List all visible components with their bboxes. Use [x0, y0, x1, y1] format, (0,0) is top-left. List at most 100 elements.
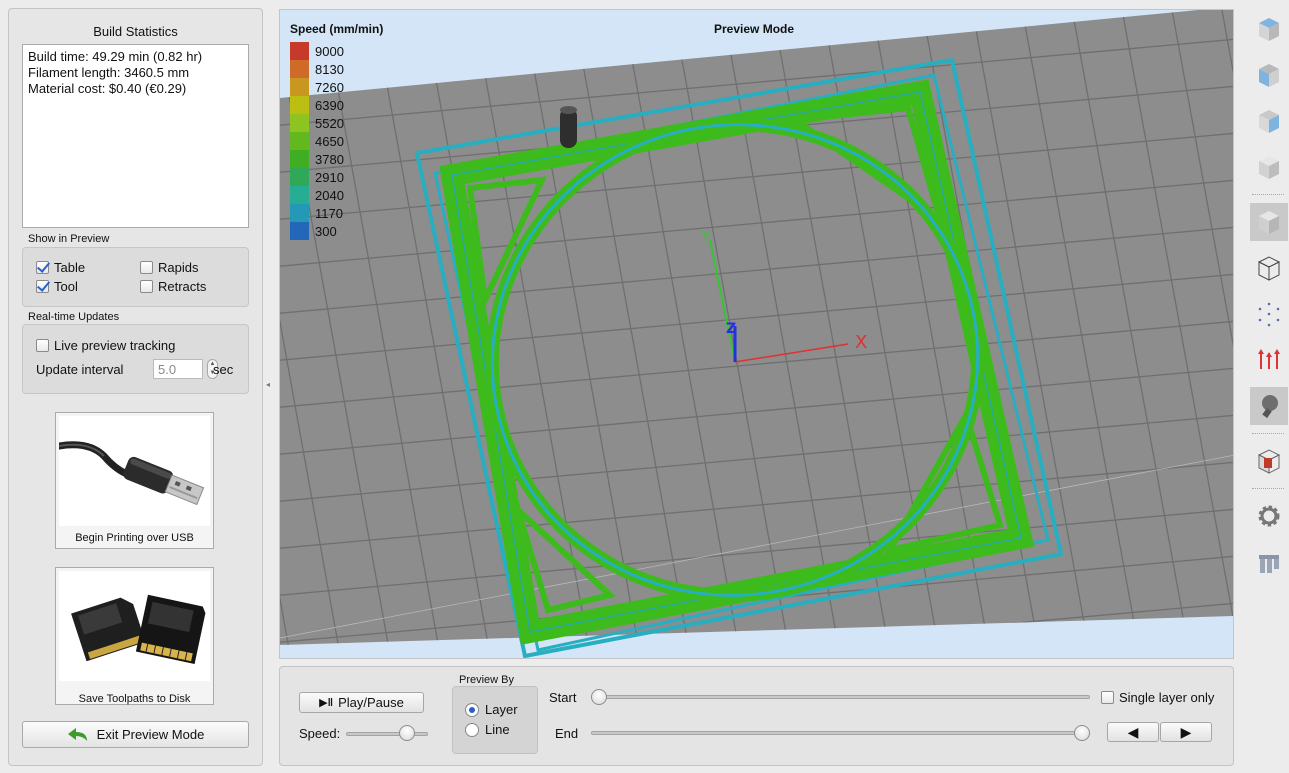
axes-button[interactable]	[1250, 341, 1288, 379]
play-pause-button[interactable]: ▶‖ Play/Pause	[299, 692, 424, 713]
end-slider-track[interactable]	[591, 731, 1090, 735]
solid-view-button[interactable]	[1250, 203, 1288, 241]
legend-swatch	[290, 114, 309, 132]
table-checkbox[interactable]: Table	[36, 260, 85, 275]
legend-swatch	[290, 132, 309, 150]
tool-checkbox[interactable]: Tool	[36, 279, 78, 294]
rapids-checkbox[interactable]: Rapids	[140, 260, 198, 275]
machine-button[interactable]	[1250, 543, 1288, 581]
show-in-preview-label: Show in Preview	[28, 233, 110, 245]
next-layer-button[interactable]: ▶	[1160, 722, 1212, 742]
view-side-button[interactable]	[1250, 102, 1288, 140]
table-checkbox-label: Table	[54, 260, 86, 275]
legend-entry: 5520	[290, 114, 344, 132]
previous-layer-button[interactable]: ◀	[1107, 722, 1159, 742]
end-slider-knob[interactable]	[1074, 725, 1090, 741]
previous-arrow-icon: ◀	[1127, 723, 1139, 740]
legend-entry: 8130	[290, 60, 344, 78]
single-layer-checkbox[interactable]: Single layer only	[1101, 690, 1214, 705]
begin-printing-usb-button[interactable]: Begin Printing over USB	[55, 412, 214, 549]
view-iso-button[interactable]	[1250, 10, 1288, 48]
preview-by-group: Layer Line	[452, 686, 538, 754]
view-top-icon	[1259, 156, 1279, 179]
view-top-button[interactable]	[1250, 148, 1288, 186]
legend-entry: 9000	[290, 42, 344, 60]
speed-legend-title: Speed (mm/min)	[290, 22, 384, 36]
line-radio-icon	[465, 722, 479, 737]
single-layer-label: Single layer only	[1119, 690, 1215, 705]
points-view-icon	[1258, 302, 1280, 327]
rapids-checkbox-label: Rapids	[158, 260, 199, 275]
legend-value: 300	[315, 223, 337, 239]
realtime-updates-group: Live preview tracking Update interval ▲▼…	[22, 324, 249, 394]
left-panel: Build Statistics Build time: 49.29 min (…	[8, 8, 263, 766]
live-preview-check-icon	[36, 339, 49, 352]
legend-swatch	[290, 204, 309, 222]
exit-preview-label: Exit Preview Mode	[96, 727, 205, 742]
material-cost-text: Material cost: $0.40 (€0.29)	[28, 81, 187, 96]
legend-entry: 4650	[290, 132, 344, 150]
update-interval-label: Update interval	[36, 362, 124, 377]
retracts-check-icon	[140, 280, 153, 293]
layer-radio[interactable]: Layer	[465, 702, 518, 717]
preview-by-label: Preview By	[459, 674, 515, 686]
usb-cable-image	[55, 416, 210, 526]
legend-swatch	[290, 186, 309, 204]
playback-controls: ▶‖ Play/Pause Speed: Preview By Layer Li…	[279, 666, 1234, 766]
tool-check-icon	[36, 280, 49, 293]
legend-value: 6390	[315, 97, 344, 113]
lighting-icon	[1262, 395, 1278, 418]
view-front-icon	[1259, 64, 1279, 87]
start-slider-knob[interactable]	[591, 689, 607, 705]
legend-value: 2910	[315, 169, 344, 185]
live-preview-checkbox[interactable]: Live preview tracking	[36, 338, 175, 353]
wireframe-view-icon	[1257, 256, 1281, 281]
legend-value: 9000	[315, 43, 344, 59]
settings-gear-icon	[1258, 505, 1280, 527]
save-toolpaths-button[interactable]: Save Toolpaths to Disk	[55, 567, 214, 705]
legend-value: 2040	[315, 187, 344, 203]
rapids-check-icon	[140, 261, 153, 274]
speed-slider-track[interactable]	[346, 732, 428, 736]
line-radio-label: Line	[485, 722, 510, 737]
legend-value: 5520	[315, 115, 344, 131]
legend-value: 4650	[315, 133, 344, 149]
build-statistics-box: Build time: 49.29 min (0.82 hr) Filament…	[22, 44, 249, 228]
sd-card-image	[59, 571, 210, 681]
settings-button[interactable]	[1250, 497, 1288, 535]
legend-swatch	[290, 78, 309, 96]
save-toolpaths-label: Save Toolpaths to Disk	[78, 693, 191, 705]
x-axis-label: X	[855, 332, 867, 353]
lighting-button[interactable]	[1250, 387, 1288, 425]
solid-view-icon	[1259, 211, 1279, 234]
legend-entry: 3780	[290, 150, 344, 168]
legend-swatch	[290, 168, 309, 186]
legend-value: 1170	[315, 205, 343, 221]
wireframe-view-button[interactable]	[1250, 249, 1288, 287]
retracts-checkbox-label: Retracts	[158, 279, 207, 294]
y-axis-label: Y	[700, 227, 711, 246]
legend-entry: 6390	[290, 96, 344, 114]
legend-swatch	[290, 96, 309, 114]
update-interval-unit: sec	[213, 362, 234, 377]
tool-checkbox-label: Tool	[54, 279, 78, 294]
retracts-checkbox[interactable]: Retracts	[140, 279, 206, 294]
points-view-button[interactable]	[1250, 295, 1288, 333]
legend-value: 3780	[315, 151, 344, 167]
line-radio[interactable]: Line	[465, 722, 510, 737]
build-volume-icon	[1257, 449, 1281, 474]
legend-entry: 2910	[290, 168, 344, 186]
view-front-button[interactable]	[1250, 56, 1288, 94]
legend-swatch	[290, 42, 309, 60]
update-interval-input[interactable]	[153, 359, 203, 379]
live-preview-label: Live preview tracking	[54, 338, 176, 353]
build-volume-button[interactable]	[1250, 442, 1288, 480]
exit-preview-button[interactable]: Exit Preview Mode	[22, 721, 249, 748]
legend-swatch	[290, 222, 309, 240]
start-slider-track[interactable]	[591, 695, 1090, 699]
panel-collapse-handle[interactable]: ◂	[266, 380, 270, 389]
end-label: End	[555, 726, 579, 741]
preview-mode-label: Preview Mode	[714, 22, 795, 36]
3d-preview-viewport[interactable]: X Y Z Speed (mm/min) 9000 8130 7260 6390 552…	[279, 9, 1234, 659]
speed-slider-knob[interactable]	[398, 725, 415, 741]
